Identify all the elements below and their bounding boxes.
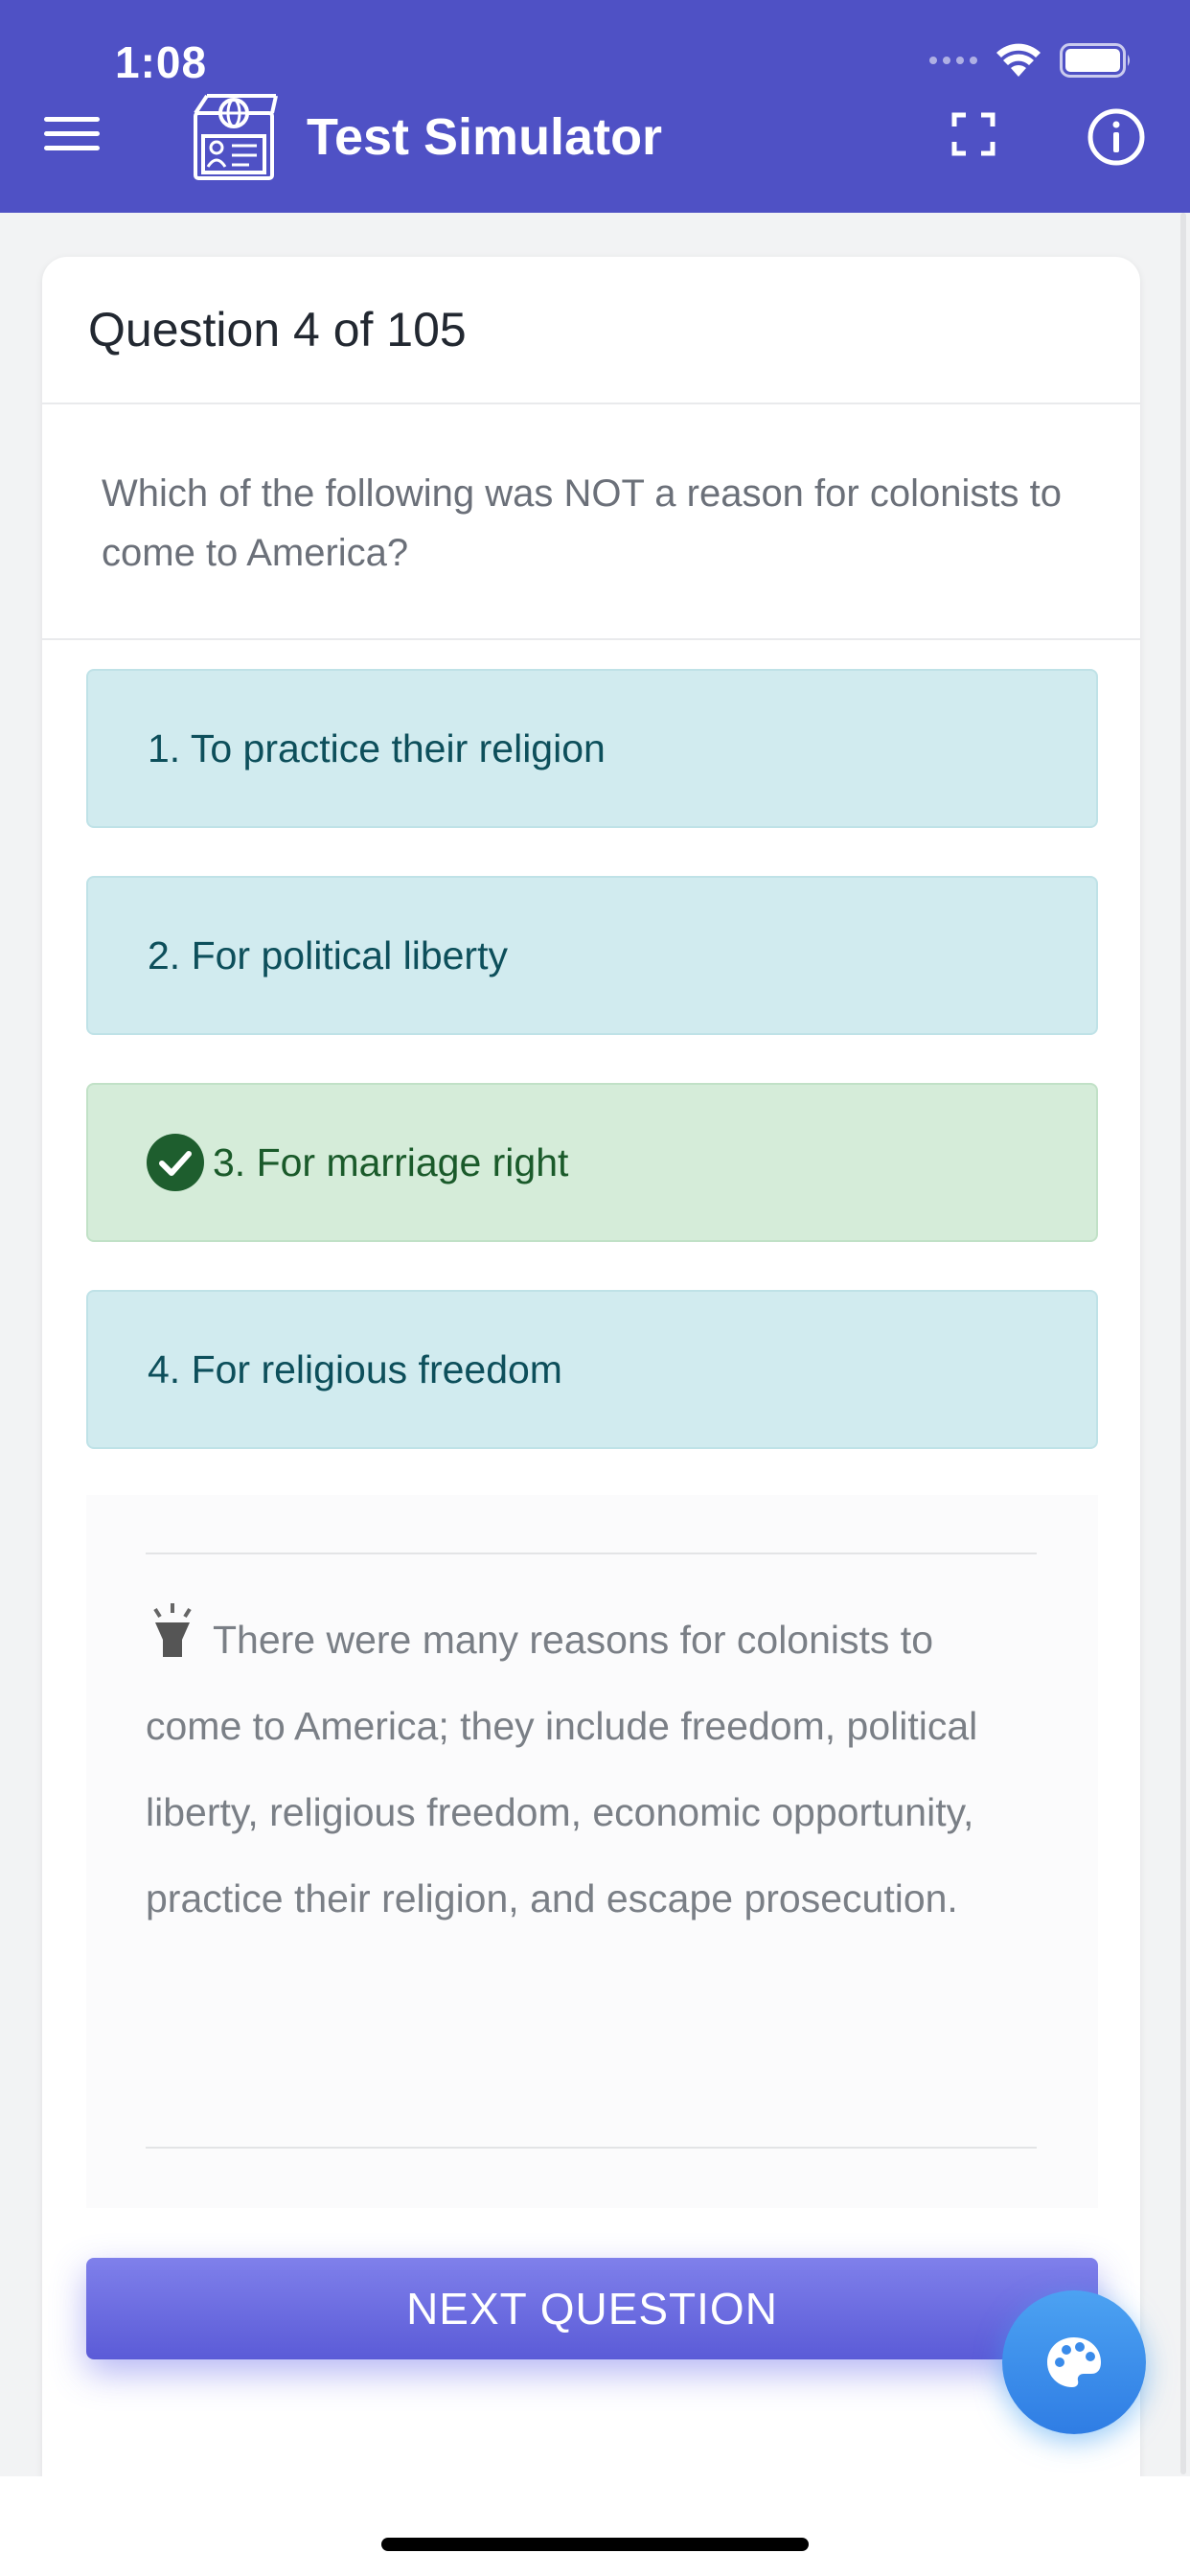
fullscreen-icon[interactable] [950,111,996,157]
status-time: 1:08 [115,37,208,87]
divider [146,2147,1037,2149]
palette-fab-button[interactable] [1002,2290,1146,2434]
answer-label: 1. To practice their religion [148,725,606,770]
passport-id-icon [194,94,278,180]
scrollbar[interactable] [1180,213,1186,2474]
next-question-button[interactable]: NEXT QUESTION [86,2258,1098,2359]
explanation-body: There were many reasons for colonists to… [146,1618,978,1920]
check-circle-icon [147,1134,204,1191]
answer-list: 1. To practice their religion 2. For pol… [42,640,1140,1449]
palette-icon [1047,2337,1101,2387]
cellular-signal-icon [929,57,977,64]
answer-option-1[interactable]: 1. To practice their religion [86,669,1098,828]
question-card: Question 4 of 105 Which of the following… [42,257,1140,2576]
answer-label: 4. For religious freedom [148,1346,562,1392]
answer-label: 2. For political liberty [148,932,508,978]
explanation-panel: There were many reasons for colonists to… [86,1495,1098,2208]
question-progress: Question 4 of 105 [42,257,1140,404]
explanation-text: There were many reasons for colonists to… [146,1597,1037,1942]
answer-option-4[interactable]: 4. For religious freedom [86,1290,1098,1449]
hamburger-menu-icon[interactable] [44,113,100,155]
answer-option-2[interactable]: 2. For political liberty [86,876,1098,1035]
status-icons [929,42,1133,79]
wifi-icon [996,43,1041,77]
answer-option-3[interactable]: 3. For marriage right [86,1083,1098,1242]
lightbulb-icon [153,1603,192,1657]
bottom-safe-area [0,2476,1190,2576]
answer-label: 3. For marriage right [213,1139,569,1184]
app-header: 1:08 Test Simulator [0,0,1190,213]
battery-icon [1060,43,1130,78]
app-title: Test Simulator [307,108,663,166]
home-indicator[interactable] [381,2538,809,2551]
question-text: Which of the following was NOT a reason … [42,404,1140,640]
info-icon[interactable] [1087,107,1146,167]
divider [146,1552,1037,1554]
